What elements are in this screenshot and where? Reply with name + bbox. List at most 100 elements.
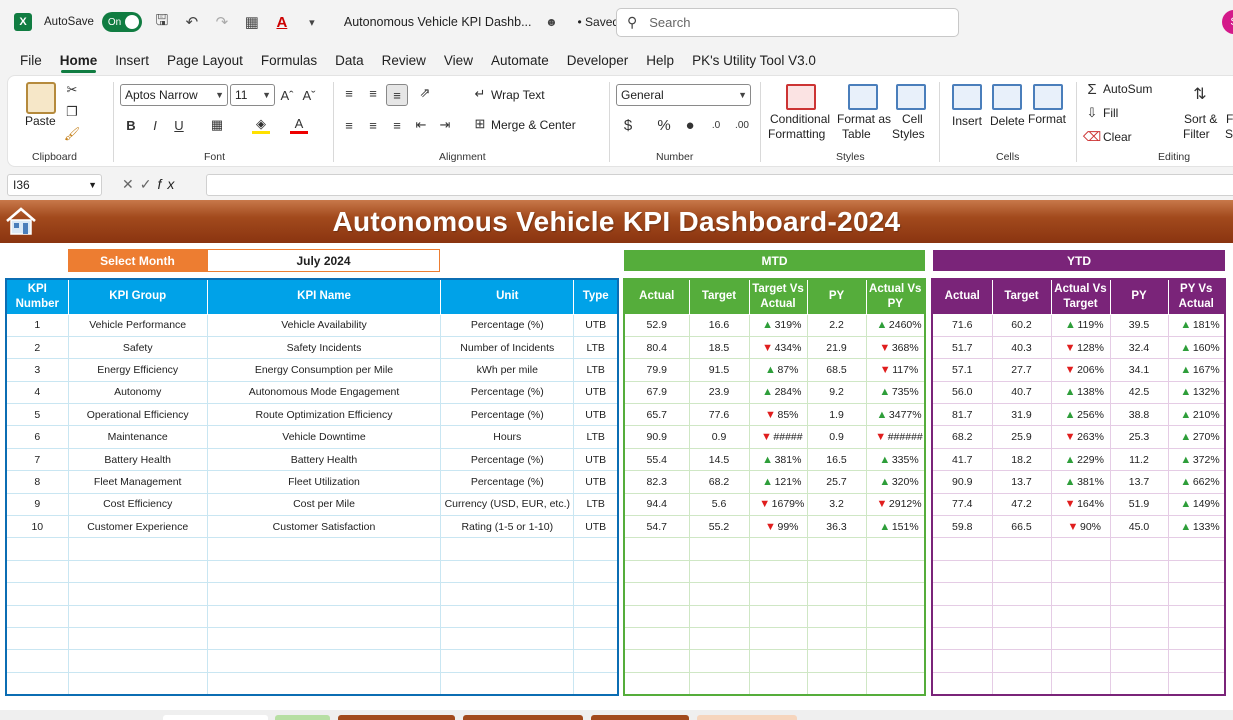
paste-icon[interactable] <box>26 82 56 114</box>
mtd-actual-cell[interactable]: 82.3 <box>624 470 690 494</box>
mtd-py-cell[interactable]: 9.2 <box>807 381 867 405</box>
merge-center-button[interactable]: Merge & Center <box>491 118 576 132</box>
ytd-py-cell[interactable]: 25.3 <box>1110 425 1169 449</box>
mtd-empty-cell[interactable] <box>624 605 690 628</box>
ytd-py-cell[interactable]: 51.9 <box>1110 493 1169 517</box>
kpi-group-cell[interactable] <box>68 537 208 561</box>
mtd-empty-cell[interactable] <box>807 537 867 561</box>
increase-font-icon[interactable]: Aˆ <box>278 86 296 104</box>
ytd-py-cell[interactable]: 42.5 <box>1110 381 1169 405</box>
ytd-empty-cell[interactable] <box>932 672 993 696</box>
ytd-empty-cell[interactable] <box>1110 627 1169 651</box>
mtd-empty-cell[interactable] <box>866 627 926 651</box>
align-middle-icon[interactable]: ≡ <box>364 84 382 102</box>
kpi-type-cell[interactable]: LTB <box>573 358 619 382</box>
avatar[interactable]: S <box>1222 10 1233 34</box>
ytd-compare-py-cell[interactable]: ▲ 662% <box>1168 470 1226 494</box>
mtd-empty-cell[interactable] <box>749 627 808 651</box>
ytd-empty-cell[interactable] <box>1051 672 1111 696</box>
ytd-actual-cell[interactable]: 59.8 <box>932 515 993 539</box>
kpi-group-cell[interactable]: Fleet Management <box>68 470 208 494</box>
kpi-num-cell[interactable]: 7 <box>6 448 69 472</box>
fx-icon[interactable]: fx <box>157 176 180 192</box>
ytd-empty-cell[interactable] <box>992 627 1052 651</box>
ytd-empty-cell[interactable] <box>1051 582 1111 606</box>
document-title[interactable]: Autonomous Vehicle KPI Dashb... <box>344 15 532 29</box>
kpi-name-cell[interactable]: Energy Consumption per Mile <box>207 358 442 382</box>
insert-cells-icon[interactable] <box>952 84 982 110</box>
ytd-py-cell[interactable]: 38.8 <box>1110 403 1169 427</box>
ytd-empty-cell[interactable] <box>1110 560 1169 584</box>
mtd-target-cell[interactable]: 14.5 <box>689 448 750 472</box>
borders-icon[interactable]: ▦ <box>242 12 262 32</box>
formula-icons[interactable]: ✕✓fx <box>122 176 180 193</box>
mtd-empty-cell[interactable] <box>689 582 750 606</box>
kpi-name-cell[interactable]: Cost per Mile <box>207 493 442 517</box>
kpi-type-cell[interactable]: UTB <box>573 448 619 472</box>
ytd-empty-cell[interactable] <box>1051 560 1111 584</box>
kpi-type-cell[interactable] <box>573 582 619 606</box>
ytd-compare-py-cell[interactable]: ▲ 167% <box>1168 358 1226 382</box>
fill-icon[interactable]: ⇩ <box>1084 104 1100 122</box>
ytd-empty-cell[interactable] <box>1168 605 1226 628</box>
delete-cells-icon[interactable] <box>992 84 1022 110</box>
mtd-target-cell[interactable]: 23.9 <box>689 381 750 405</box>
kpi-name-cell[interactable]: Vehicle Availability <box>207 314 442 337</box>
tab-page-layout[interactable]: Page Layout <box>158 46 252 74</box>
format-as-table-icon[interactable] <box>848 84 878 110</box>
kpi-name-cell[interactable] <box>207 582 442 606</box>
ytd-empty-cell[interactable] <box>932 560 993 584</box>
kpi-group-cell[interactable] <box>68 605 208 628</box>
kpi-type-cell[interactable]: LTB <box>573 425 619 449</box>
ytd-target-cell[interactable]: 25.9 <box>992 425 1052 449</box>
name-box[interactable]: I36 ▼ <box>7 174 102 196</box>
mtd-py-cell[interactable]: 25.7 <box>807 470 867 494</box>
ytd-empty-cell[interactable] <box>1110 537 1169 561</box>
cancel-icon[interactable]: ✕ <box>122 176 140 192</box>
kpi-num-cell[interactable]: 9 <box>6 493 69 517</box>
customize-quick-access-icon[interactable]: ▾ <box>302 12 322 32</box>
redo-icon[interactable]: ↷ <box>212 12 232 32</box>
ytd-empty-cell[interactable] <box>992 537 1052 561</box>
saved-status[interactable]: • Saved <box>578 15 620 29</box>
ytd-compare-py-cell[interactable]: ▲ 132% <box>1168 381 1226 405</box>
select-month-dropdown[interactable]: July 2024 <box>207 249 440 272</box>
ytd-target-cell[interactable]: 13.7 <box>992 470 1052 494</box>
mtd-compare-target-cell[interactable]: ▼ 434% <box>749 336 808 360</box>
ytd-actual-cell[interactable]: 77.4 <box>932 493 993 517</box>
ytd-compare-target-cell[interactable]: ▲ 229% <box>1051 448 1111 472</box>
mtd-empty-cell[interactable] <box>624 582 690 606</box>
ytd-empty-cell[interactable] <box>1110 582 1169 606</box>
ytd-compare-py-cell[interactable]: ▲ 210% <box>1168 403 1226 427</box>
decrease-font-icon[interactable]: Aˇ <box>300 86 318 104</box>
tab-home[interactable]: Home <box>51 46 107 74</box>
ytd-py-cell[interactable]: 13.7 <box>1110 470 1169 494</box>
decrease-indent-icon[interactable]: ⇤ <box>412 116 430 134</box>
mtd-compare-py-cell[interactable]: ▲ 151% <box>866 515 926 539</box>
ytd-target-cell[interactable]: 18.2 <box>992 448 1052 472</box>
kpi-unit-cell[interactable] <box>440 627 575 651</box>
ytd-empty-cell[interactable] <box>1168 582 1226 606</box>
mtd-actual-cell[interactable]: 94.4 <box>624 493 690 517</box>
ytd-actual-cell[interactable]: 56.0 <box>932 381 993 405</box>
wrap-text-button[interactable]: Wrap Text <box>491 88 545 102</box>
kpi-name-cell[interactable]: Battery Health <box>207 448 442 472</box>
fill-button[interactable]: Fill <box>1103 106 1118 120</box>
mtd-empty-cell[interactable] <box>624 537 690 561</box>
tab-insert[interactable]: Insert <box>106 46 158 74</box>
sheet-tab-5[interactable] <box>591 715 689 720</box>
align-right-icon[interactable]: ≡ <box>388 116 406 134</box>
mtd-actual-cell[interactable]: 79.9 <box>624 358 690 382</box>
mtd-empty-cell[interactable] <box>689 537 750 561</box>
sheet-tab-4[interactable] <box>463 715 583 720</box>
tab-help[interactable]: Help <box>637 46 683 74</box>
kpi-num-cell[interactable]: 2 <box>6 336 69 360</box>
mtd-empty-cell[interactable] <box>807 560 867 584</box>
mtd-compare-py-cell[interactable]: ▼ ###### <box>866 425 926 449</box>
tab-formulas[interactable]: Formulas <box>252 46 326 74</box>
kpi-unit-cell[interactable]: Hours <box>440 425 575 449</box>
kpi-num-cell[interactable]: 5 <box>6 403 69 427</box>
kpi-unit-cell[interactable] <box>440 582 575 606</box>
tab-review[interactable]: Review <box>373 46 435 74</box>
format-as-table-button-line2[interactable]: Table <box>842 127 871 141</box>
